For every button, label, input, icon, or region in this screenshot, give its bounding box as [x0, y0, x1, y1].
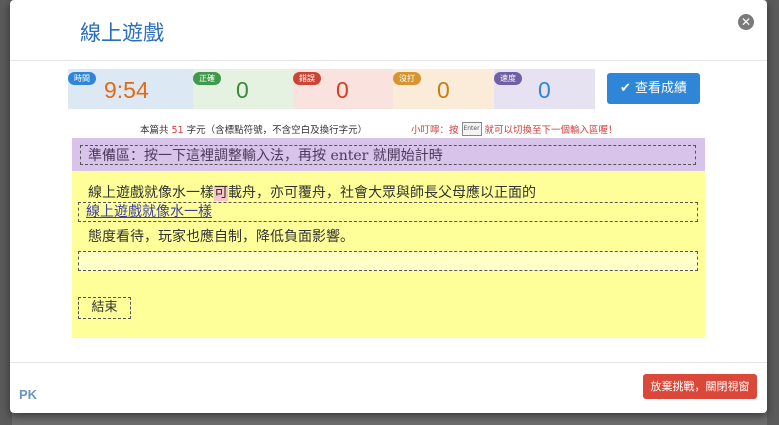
stat-missed: 沒打 0: [393, 69, 494, 109]
tip-after: 就可以切換至下一個輸入區喔！: [484, 125, 618, 136]
prep-area: 準備區：按一下這裡調整輸入法，再按 enter 就開始計時: [72, 138, 705, 171]
online-game-dialog: 線上遊戲 ✕ 時間 9:54 正確 0 錯誤 0 沒打 0 速度 0 ✔ 查看成…: [10, 0, 767, 413]
stat-correct-badge: 正確: [193, 72, 221, 85]
view-results-button[interactable]: ✔ 查看成績: [607, 73, 700, 104]
stat-wrong-value: 0: [336, 77, 349, 103]
notice-count: 51: [171, 125, 184, 136]
notice-prefix: 本篇共: [140, 125, 169, 136]
stats-bar: 時間 9:54 正確 0 錯誤 0 沒打 0 速度 0: [68, 69, 595, 109]
typing-input-1-value: 線上遊戲就像水一樣: [86, 204, 212, 220]
stat-missed-badge: 沒打: [393, 72, 421, 85]
close-icon[interactable]: ✕: [738, 14, 754, 30]
stat-speed-badge: 速度: [494, 72, 522, 85]
character-count-notice: 本篇共 51 字元（含標點符號，不含空白及換行字元）: [140, 122, 367, 136]
stat-speed: 速度 0: [494, 69, 595, 109]
notice-suffix: 字元（含標點符號，不含空白及換行字元）: [186, 125, 368, 136]
passage-line-2: 態度看待，玩家也應自制，降低負面影響。: [88, 229, 354, 245]
stat-correct-value: 0: [236, 77, 249, 103]
stat-wrong: 錯誤 0: [293, 69, 393, 109]
typing-area: 線上遊戲就像水一樣可載舟，亦可覆舟，社會大眾與師長父母應以正面的 線上遊戲就像水…: [72, 171, 705, 338]
typing-input-1[interactable]: 線上遊戲就像水一樣: [78, 202, 698, 222]
passage-line-1-before: 線上遊戲就像水一樣: [88, 185, 214, 201]
passage-line-1-after: 載舟，亦可覆舟，社會大眾與師長父母應以正面的: [228, 185, 536, 201]
dialog-header: 線上遊戲 ✕: [10, 0, 767, 61]
stat-time: 時間 9:54: [68, 69, 193, 109]
stat-missed-value: 0: [437, 77, 450, 103]
watermark-logo: PK: [19, 387, 38, 402]
current-char-highlight: 可: [214, 185, 228, 201]
check-icon: ✔: [619, 81, 631, 96]
enter-tip: 小叮嚀：按 Enter 就可以切換至下一個輸入區喔！: [411, 122, 618, 136]
passage-line-1: 線上遊戲就像水一樣可載舟，亦可覆舟，社會大眾與師長父母應以正面的: [88, 182, 536, 202]
stat-time-value: 9:54: [104, 77, 149, 103]
prep-input[interactable]: 準備區：按一下這裡調整輸入法，再按 enter 就開始計時: [80, 145, 696, 165]
dialog-title: 線上遊戲: [80, 21, 164, 45]
view-results-label: 查看成績: [635, 81, 688, 96]
stat-speed-value: 0: [538, 77, 551, 103]
typing-input-2[interactable]: [78, 251, 698, 271]
end-button[interactable]: 結束: [78, 297, 131, 319]
stat-wrong-badge: 錯誤: [293, 72, 321, 85]
stat-correct: 正確 0: [193, 69, 293, 109]
tip-before: 小叮嚀：按: [411, 125, 459, 136]
background-page-right: [767, 0, 779, 425]
quit-challenge-button[interactable]: 放棄挑戰，關閉視窗: [643, 374, 757, 399]
keyboard-key-icon: Enter: [461, 122, 482, 136]
stat-time-badge: 時間: [68, 72, 96, 85]
